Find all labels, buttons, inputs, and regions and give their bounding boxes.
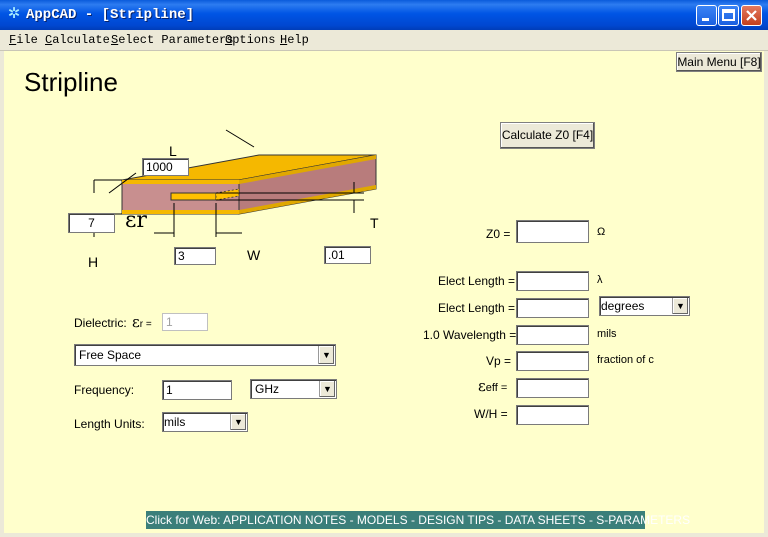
main-menu-button[interactable]: Main Menu [F8] (676, 52, 762, 72)
frequency-unit-value: GHz (255, 382, 279, 396)
material-value: Free Space (79, 348, 142, 362)
menu-help[interactable]: Help (280, 33, 309, 47)
close-icon (746, 10, 757, 21)
minimize-icon (702, 18, 709, 21)
dim-line-l-right (225, 129, 255, 148)
frequency-unit-select[interactable]: GHz ▼ (250, 379, 337, 399)
length-units-value: mils (164, 415, 186, 429)
z0-unit: Ω (597, 226, 606, 238)
minimize-button[interactable] (696, 5, 717, 26)
dim-label-h: H (88, 254, 99, 270)
frequency-label: Frequency: (74, 383, 135, 397)
length-l-input[interactable]: 1000 (142, 158, 189, 176)
elect-length-unit-value: degrees (601, 299, 645, 313)
eeff-label: εeff = (478, 377, 508, 395)
vp-unit: fraction of c (597, 354, 654, 366)
close-button[interactable] (741, 5, 762, 26)
menu-bar: File Calculate Select Parameters Options… (0, 30, 768, 51)
wavelength-unit: mils (597, 328, 617, 340)
elect-length-lambda-unit: λ (597, 274, 603, 286)
page-title: Stripline (24, 67, 118, 97)
menu-options[interactable]: Options (225, 33, 275, 47)
title-bar[interactable]: ✲ AppCAD - [Stripline] (0, 0, 768, 30)
menu-calculate[interactable]: Calculate (45, 33, 110, 47)
app-window: ✲ AppCAD - [Stripline] File Calculate Se… (0, 0, 768, 537)
maximize-icon (722, 9, 735, 21)
elect-length-degrees-label: Elect Length = (438, 301, 516, 315)
dielectric-label: Dielectric: (74, 316, 127, 330)
dim-label-t: T (370, 215, 379, 231)
elect-length-lambda-label: Elect Length = (438, 274, 516, 288)
calculate-z0-button[interactable]: Calculate Z0 [F4] (500, 122, 595, 149)
elect-length-unit-select[interactable]: degrees ▼ (599, 296, 690, 316)
maximize-button[interactable] (718, 5, 739, 26)
eeff-output[interactable] (516, 378, 589, 398)
appcad-snowflake-icon[interactable]: ✲ (6, 6, 22, 22)
chevron-down-icon[interactable]: ▼ (672, 298, 688, 314)
dielectric-er-input[interactable]: 1 (162, 313, 208, 331)
z0-label: Z0 = (486, 227, 511, 241)
vp-label: Vp = (486, 354, 512, 368)
height-h-input[interactable]: 7 (68, 213, 115, 233)
thickness-t-input[interactable]: .01 (324, 246, 371, 264)
length-units-label: Length Units: (74, 417, 145, 431)
diagram-top-ground (122, 180, 239, 184)
chevron-down-icon[interactable]: ▼ (318, 346, 334, 364)
menu-file[interactable]: File (9, 33, 38, 47)
width-w-input[interactable]: 3 (174, 247, 216, 265)
material-select[interactable]: Free Space ▼ (74, 344, 336, 366)
web-links-bar[interactable]: Click for Web: APPLICATION NOTES - MODEL… (146, 511, 690, 529)
menu-select-parameters[interactable]: Select Parameters (111, 33, 233, 47)
dim-label-l: L (169, 143, 177, 159)
wh-output[interactable] (516, 405, 589, 425)
client-area: Stripline Main Menu [F8] Calculate Z0 [F… (4, 51, 764, 533)
frequency-input[interactable]: 1 (162, 380, 232, 400)
dim-label-w: W (247, 247, 261, 263)
wavelength-output[interactable] (516, 325, 589, 345)
vp-output[interactable] (516, 351, 589, 371)
chevron-down-icon[interactable]: ▼ (230, 414, 246, 430)
wh-label: W/H = (474, 407, 508, 421)
er-symbol: εr (125, 208, 147, 233)
length-units-select[interactable]: mils ▼ (162, 412, 248, 432)
dielectric-er-label: εr = (132, 313, 152, 331)
elect-length-degrees-output[interactable] (516, 298, 589, 318)
z0-output[interactable] (516, 220, 589, 243)
chevron-down-icon[interactable]: ▼ (319, 381, 335, 397)
window-title: AppCAD - [Stripline] (26, 7, 195, 23)
diagram-strip (170, 192, 217, 201)
wavelength-label: 1.0 Wavelength = (423, 328, 517, 342)
elect-length-lambda-output[interactable] (516, 271, 589, 291)
